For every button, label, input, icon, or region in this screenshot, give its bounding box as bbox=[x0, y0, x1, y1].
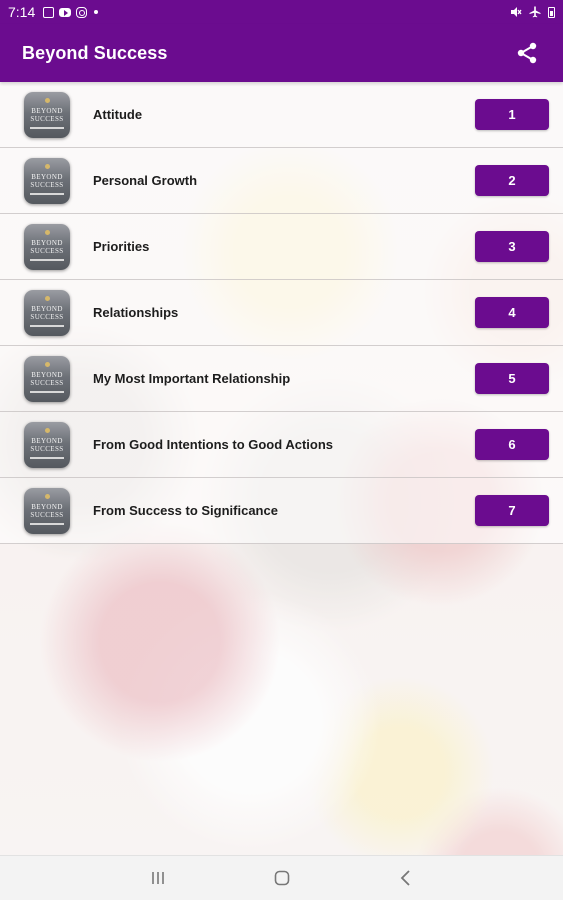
thumbnail-ornament bbox=[44, 295, 50, 301]
thumbnail-text-line: SUCCESS bbox=[30, 378, 64, 387]
thumbnail-bar bbox=[30, 126, 64, 129]
chapter-number-button[interactable]: 3 bbox=[475, 231, 549, 262]
book-thumbnail: BEYOND SUCCESS bbox=[24, 223, 70, 270]
thumbnail-text-line: SUCCESS bbox=[30, 246, 64, 255]
list-item[interactable]: BEYOND SUCCESS Priorities 3 bbox=[0, 214, 563, 280]
thumbnail-text-line: BEYOND bbox=[31, 436, 63, 445]
book-thumbnail: BEYOND SUCCESS bbox=[24, 157, 70, 204]
instagram-icon bbox=[76, 6, 88, 18]
thumbnail-bar bbox=[30, 456, 64, 459]
list-item[interactable]: BEYOND SUCCESS From Success to Significa… bbox=[0, 478, 563, 544]
thumbnail-ornament bbox=[44, 427, 50, 433]
home-button[interactable] bbox=[270, 866, 294, 890]
thumbnail-ornament bbox=[44, 493, 50, 499]
status-bar: 7:14 bbox=[0, 0, 563, 24]
thumbnail-text-line: BEYOND bbox=[31, 304, 63, 313]
gallery-icon bbox=[43, 6, 55, 18]
chapter-number-button[interactable]: 7 bbox=[475, 495, 549, 526]
list-item-title: My Most Important Relationship bbox=[93, 371, 291, 386]
recent-apps-icon bbox=[151, 872, 164, 884]
thumbnail-bar bbox=[30, 192, 64, 195]
battery-icon bbox=[548, 6, 555, 18]
chapter-number-button[interactable]: 5 bbox=[475, 363, 549, 394]
thumbnail-ornament bbox=[44, 361, 50, 367]
list-item-title: Relationships bbox=[93, 305, 179, 320]
list-item-title: From Success to Significance bbox=[93, 503, 278, 518]
chapter-number-button[interactable]: 1 bbox=[475, 99, 549, 130]
system-nav-bar bbox=[0, 855, 563, 900]
chapter-number-button[interactable]: 2 bbox=[475, 165, 549, 196]
thumbnail-ornament bbox=[44, 97, 50, 103]
youtube-icon bbox=[59, 7, 72, 17]
book-thumbnail: BEYOND SUCCESS bbox=[24, 421, 70, 468]
chapter-number-button[interactable]: 4 bbox=[475, 297, 549, 328]
thumbnail-text-line: SUCCESS bbox=[30, 114, 64, 123]
chapter-list: BEYOND SUCCESS Attitude 1 BEYOND SUCCESS… bbox=[0, 82, 563, 544]
app-bar: Beyond Success bbox=[0, 24, 563, 82]
list-item[interactable]: BEYOND SUCCESS From Good Intentions to G… bbox=[0, 412, 563, 478]
list-item[interactable]: BEYOND SUCCESS My Most Important Relatio… bbox=[0, 346, 563, 412]
thumbnail-ornament bbox=[44, 163, 50, 169]
mute-icon bbox=[511, 7, 522, 17]
list-item[interactable]: BEYOND SUCCESS Attitude 1 bbox=[0, 82, 563, 148]
thumbnail-bar bbox=[30, 522, 64, 525]
home-icon bbox=[274, 870, 289, 886]
thumbnail-ornament bbox=[44, 229, 50, 235]
share-button[interactable] bbox=[513, 39, 541, 67]
status-right bbox=[510, 6, 555, 18]
notification-dot-icon bbox=[94, 10, 99, 14]
list-item[interactable]: BEYOND SUCCESS Relationships 4 bbox=[0, 280, 563, 346]
thumbnail-text-line: SUCCESS bbox=[30, 180, 64, 189]
book-thumbnail: BEYOND SUCCESS bbox=[24, 289, 70, 336]
recent-apps-button[interactable] bbox=[146, 866, 170, 890]
list-item-title: Priorities bbox=[93, 239, 150, 254]
status-left: 7:14 bbox=[8, 4, 99, 20]
app-title: Beyond Success bbox=[22, 42, 168, 63]
airplane-mode-icon bbox=[529, 6, 541, 18]
list-item-title: Personal Growth bbox=[93, 173, 198, 188]
thumbnail-text-line: SUCCESS bbox=[30, 312, 64, 321]
thumbnail-bar bbox=[30, 390, 64, 393]
book-thumbnail: BEYOND SUCCESS bbox=[24, 355, 70, 402]
thumbnail-text-line: BEYOND bbox=[31, 238, 63, 247]
book-thumbnail: BEYOND SUCCESS bbox=[24, 487, 70, 534]
thumbnail-bar bbox=[30, 324, 64, 327]
back-button[interactable] bbox=[394, 866, 418, 890]
thumbnail-text-line: SUCCESS bbox=[30, 444, 64, 453]
chapter-number-button[interactable]: 6 bbox=[475, 429, 549, 460]
thumbnail-text-line: BEYOND bbox=[31, 106, 63, 115]
thumbnail-bar bbox=[30, 258, 64, 261]
back-icon bbox=[400, 870, 410, 886]
book-thumbnail: BEYOND SUCCESS bbox=[24, 91, 70, 138]
thumbnail-text-line: SUCCESS bbox=[30, 510, 64, 519]
share-icon bbox=[517, 42, 537, 64]
thumbnail-text-line: BEYOND bbox=[31, 172, 63, 181]
status-time: 7:14 bbox=[8, 4, 36, 20]
list-item[interactable]: BEYOND SUCCESS Personal Growth 2 bbox=[0, 148, 563, 214]
thumbnail-text-line: BEYOND bbox=[31, 502, 63, 511]
list-item-title: From Good Intentions to Good Actions bbox=[93, 437, 333, 452]
thumbnail-text-line: BEYOND bbox=[31, 370, 63, 379]
list-item-title: Attitude bbox=[93, 107, 143, 122]
